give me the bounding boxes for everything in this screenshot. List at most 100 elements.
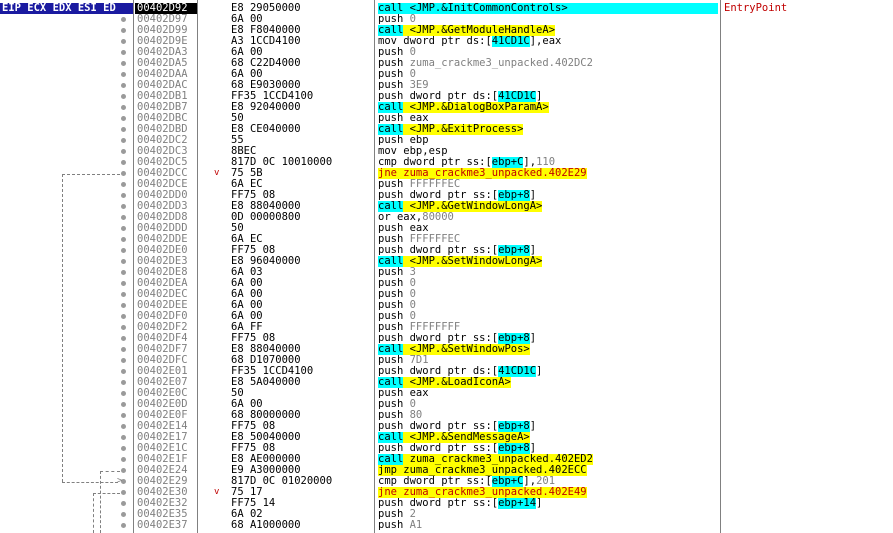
instruction-row[interactable]: 00402E0C 50 push eax xyxy=(0,388,893,399)
instruction-row[interactable]: 00402DDD 50 push eax xyxy=(0,223,893,234)
breakpoint-dot-icon[interactable] xyxy=(121,105,126,110)
breakpoint-dot-icon[interactable] xyxy=(121,358,126,363)
instruction-row[interactable]: 00402DBC 50 push eax xyxy=(0,113,893,124)
breakpoint-dot-icon[interactable] xyxy=(121,380,126,385)
breakpoint-dot-icon[interactable] xyxy=(121,72,126,77)
instruction-row[interactable]: 00402DF7 E8 88040000 call <JMP.&SetWindowP… xyxy=(0,344,893,355)
breakpoint-dot-icon[interactable] xyxy=(121,160,126,165)
instruction-row[interactable]: 00402E17 E8 50040000 call <JMP.&SendMessag… xyxy=(0,432,893,443)
breakpoint-dot-icon[interactable] xyxy=(121,402,126,407)
instruction-row[interactable]: 00402E30 v 75 17 jne zuma_crackme3_unpacked… xyxy=(0,487,893,498)
breakpoint-dot-icon[interactable] xyxy=(121,281,126,286)
instruction-row[interactable]: 00402DE0 FF75 08 push dword ptr ss:[ebp+8] xyxy=(0,245,893,256)
breakpoint-dot-icon[interactable] xyxy=(121,116,126,121)
instruction-row[interactable]: 00402DE8 6A 03 push 3 xyxy=(0,267,893,278)
instruction-row[interactable]: 00402D99 E8 F8040000 call <JMP.&GetModuleH… xyxy=(0,25,893,36)
breakpoint-dot-icon[interactable] xyxy=(121,523,126,528)
breakpoint-dot-icon[interactable] xyxy=(121,171,126,176)
instruction-row[interactable]: 00402DDE 6A EC push FFFFFFEC xyxy=(0,234,893,245)
instruction-row[interactable]: 00402DC5 817D 0C 10010000 cmp dword ptr ss… xyxy=(0,157,893,168)
breakpoint-dot-icon[interactable] xyxy=(121,94,126,99)
breakpoint-dot-icon[interactable] xyxy=(121,314,126,319)
instruction-row[interactable]: 00402DD8 0D 00000800 or eax,80000 xyxy=(0,212,893,223)
instruction-row[interactable]: 00402DD3 E8 88040000 call <JMP.&GetWindowL… xyxy=(0,201,893,212)
instruction-row[interactable]: 00402DCE 6A EC push FFFFFFEC xyxy=(0,179,893,190)
breakpoint-dot-icon[interactable] xyxy=(121,413,126,418)
breakpoint-dot-icon[interactable] xyxy=(121,226,126,231)
breakpoint-dot-icon[interactable] xyxy=(121,193,126,198)
breakpoint-dot-icon[interactable] xyxy=(121,248,126,253)
breakpoint-dot-icon[interactable] xyxy=(121,50,126,55)
instruction-row[interactable]: 00402DA5 68 C22D4000 push zuma_crackme3_un… xyxy=(0,58,893,69)
instruction-row[interactable]: 00402DBD E8 CE040000 call <JMP.&ExitProces… xyxy=(0,124,893,135)
instruction-row[interactable]: 00402DF2 6A FF push FFFFFFFF xyxy=(0,322,893,333)
instruction-row[interactable]: 00402DB1 FF35 1CCD4100 push dword ptr ds:[… xyxy=(0,91,893,102)
breakpoint-dot-icon[interactable] xyxy=(121,182,126,187)
breakpoint-dot-icon[interactable] xyxy=(121,215,126,220)
instruction-row[interactable]: 00402DB7 E8 92040000 call <JMP.&DialogBoxP… xyxy=(0,102,893,113)
breakpoint-dot-icon[interactable] xyxy=(121,303,126,308)
instruction-row[interactable]: 00402E07 E8 5A040000 call <JMP.&LoadIconA> xyxy=(0,377,893,388)
breakpoint-dot-icon[interactable] xyxy=(121,391,126,396)
instruction-row[interactable]: 00402E29 817D 0C 01020000 cmp dword ptr ss… xyxy=(0,476,893,487)
breakpoint-dot-icon[interactable] xyxy=(121,61,126,66)
instruction-row[interactable]: 00402E1C FF75 08 push dword ptr ss:[ebp+8] xyxy=(0,443,893,454)
breakpoint-dot-icon[interactable] xyxy=(121,292,126,297)
instruction-row[interactable]: 00402DAA 6A 00 push 0 xyxy=(0,69,893,80)
instruction-row[interactable]: 00402E0D 6A 00 push 0 xyxy=(0,399,893,410)
breakpoint-dot-icon[interactable] xyxy=(121,259,126,264)
instruction-row[interactable]: 00402E0F 68 80000000 push 80 xyxy=(0,410,893,421)
breakpoint-dot-icon[interactable] xyxy=(121,501,126,506)
breakpoint-dot-icon[interactable] xyxy=(121,325,126,330)
instruction-row[interactable]: 00402E14 FF75 08 push dword ptr ss:[ebp+8] xyxy=(0,421,893,432)
breakpoint-dot-icon[interactable] xyxy=(121,17,126,22)
breakpoint-dot-icon[interactable] xyxy=(121,369,126,374)
instruction-row[interactable]: 00402E1F E8 AE000000 call zuma_crackme3_un… xyxy=(0,454,893,465)
instruction-row[interactable]: 00402DF4 FF75 08 push dword ptr ss:[ebp+8] xyxy=(0,333,893,344)
comment-cell xyxy=(722,201,893,212)
instruction-row[interactable]: 00402DEC 6A 00 push 0 xyxy=(0,289,893,300)
instruction-token: push xyxy=(378,234,410,245)
breakpoint-dot-icon[interactable] xyxy=(121,468,126,473)
breakpoint-dot-icon[interactable] xyxy=(121,149,126,154)
instruction-row[interactable]: 00402E24 E9 A3000000 jmp zuma_crackme3_unp… xyxy=(0,465,893,476)
breakpoint-dot-icon[interactable] xyxy=(121,512,126,517)
instruction-row[interactable]: 00402DFC 68 D1070000 push 7D1 xyxy=(0,355,893,366)
instruction-row[interactable]: 00402DE3 E8 96040000 call <JMP.&SetWindowL… xyxy=(0,256,893,267)
breakpoint-dot-icon[interactable] xyxy=(121,127,126,132)
comment-cell xyxy=(722,289,893,300)
instruction-row[interactable]: 00402DF0 6A 00 push 0 xyxy=(0,311,893,322)
instruction-row[interactable]: 00402E37 68 A1000000 push A1 xyxy=(0,520,893,531)
instruction-row[interactable]: EIP ECX EDX ESI ED 00402D92 E8 29050000 cal… xyxy=(0,3,893,14)
breakpoint-dot-icon[interactable] xyxy=(121,237,126,242)
instruction-row[interactable]: 00402E32 FF75 14 push dword ptr ss:[ebp+14… xyxy=(0,498,893,509)
comment-cell xyxy=(722,135,893,146)
instruction-row[interactable]: 00402DAC 68 E9030000 push 3E9 xyxy=(0,80,893,91)
breakpoint-dot-icon[interactable] xyxy=(121,28,126,33)
instruction-row[interactable]: 00402DC3 8BEC mov ebp,esp xyxy=(0,146,893,157)
breakpoint-dot-icon[interactable] xyxy=(121,39,126,44)
instruction-row[interactable]: 00402DEA 6A 00 push 0 xyxy=(0,278,893,289)
breakpoint-dot-icon[interactable] xyxy=(121,435,126,440)
breakpoint-dot-icon[interactable] xyxy=(121,83,126,88)
breakpoint-dot-icon[interactable] xyxy=(121,457,126,462)
instruction-row[interactable]: 00402DC2 55 push ebp xyxy=(0,135,893,146)
instruction-row[interactable]: 00402D9E A3 1CCD4100 mov dword ptr ds:[41C… xyxy=(0,36,893,47)
breakpoint-dot-icon[interactable] xyxy=(121,204,126,209)
breakpoint-dot-icon[interactable] xyxy=(121,138,126,143)
disassembly-view[interactable]: EIP ECX EDX ESI ED 00402D92 E8 29050000 cal… xyxy=(0,0,893,533)
instruction-row[interactable]: 00402DCC v 75 5B jne zuma_crackme3_unpacked… xyxy=(0,168,893,179)
instruction-row[interactable]: 00402DA3 6A 00 push 0 xyxy=(0,47,893,58)
register-cell xyxy=(0,157,133,168)
breakpoint-dot-icon[interactable] xyxy=(121,270,126,275)
instruction-row[interactable]: 00402DD0 FF75 08 push dword ptr ss:[ebp+8] xyxy=(0,190,893,201)
instruction-row[interactable]: 00402DEE 6A 00 push 0 xyxy=(0,300,893,311)
breakpoint-dot-icon[interactable] xyxy=(121,336,126,341)
instruction-row[interactable]: 00402D97 6A 00 push 0 xyxy=(0,14,893,25)
breakpoint-dot-icon[interactable] xyxy=(121,424,126,429)
instruction-row[interactable]: 00402E01 FF35 1CCD4100 push dword ptr ds:[… xyxy=(0,366,893,377)
breakpoint-dot-icon[interactable] xyxy=(121,446,126,451)
breakpoint-dot-icon[interactable] xyxy=(121,490,126,495)
instruction-row[interactable]: 00402E35 6A 02 push 2 xyxy=(0,509,893,520)
breakpoint-dot-icon[interactable] xyxy=(121,347,126,352)
